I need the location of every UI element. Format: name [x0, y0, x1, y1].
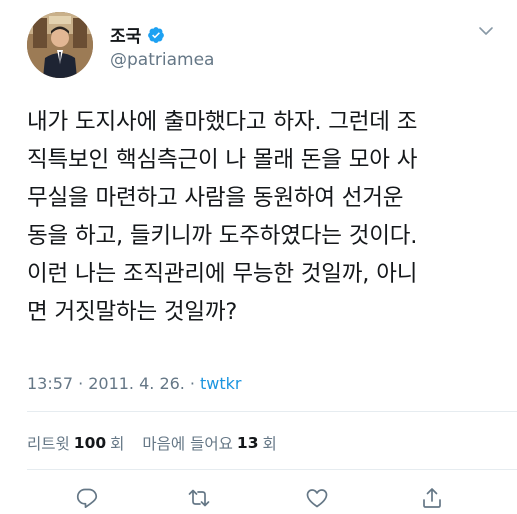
tweet-meta: 13:57 · 2011. 4. 26. · twtkr: [27, 374, 241, 393]
verified-badge-icon: [147, 26, 165, 44]
share-icon[interactable]: [420, 486, 444, 510]
meta-separator: ·: [189, 374, 195, 393]
tweet-stats: 리트윗 100 회 마음에 들어요 13 회: [27, 432, 277, 454]
retweet-label: 리트윗: [27, 435, 70, 453]
display-name[interactable]: 조국: [110, 22, 141, 47]
heart-icon[interactable]: [305, 486, 329, 510]
reply-icon[interactable]: [75, 486, 99, 510]
avatar[interactable]: [27, 12, 93, 78]
meta-separator: ·: [78, 374, 84, 393]
retweet-count[interactable]: 100: [74, 434, 106, 452]
name-row: 조국: [110, 22, 165, 47]
like-count[interactable]: 13: [237, 434, 259, 452]
chevron-down-icon[interactable]: [477, 22, 495, 40]
retweet-icon[interactable]: [187, 486, 211, 510]
user-handle[interactable]: @patriamea: [110, 50, 214, 70]
tweet-actions: [0, 482, 517, 512]
like-unit: 회: [262, 435, 277, 453]
retweet-unit: 회: [110, 435, 125, 453]
tweet-source-link[interactable]: twtkr: [200, 374, 241, 393]
tweet-date[interactable]: 2011. 4. 26.: [88, 374, 185, 393]
divider: [27, 411, 517, 412]
tweet-text: 내가 도지사에 출마했다고 하자. 그런데 조 직특보인 핵심측근이 나 몰래 …: [27, 109, 418, 325]
like-label: 마음에 들어요: [142, 435, 233, 453]
divider: [27, 469, 517, 470]
tweet-header: 조국 @patriamea: [0, 0, 517, 95]
avatar-photo: [27, 12, 93, 78]
tweet-time[interactable]: 13:57: [27, 374, 73, 393]
